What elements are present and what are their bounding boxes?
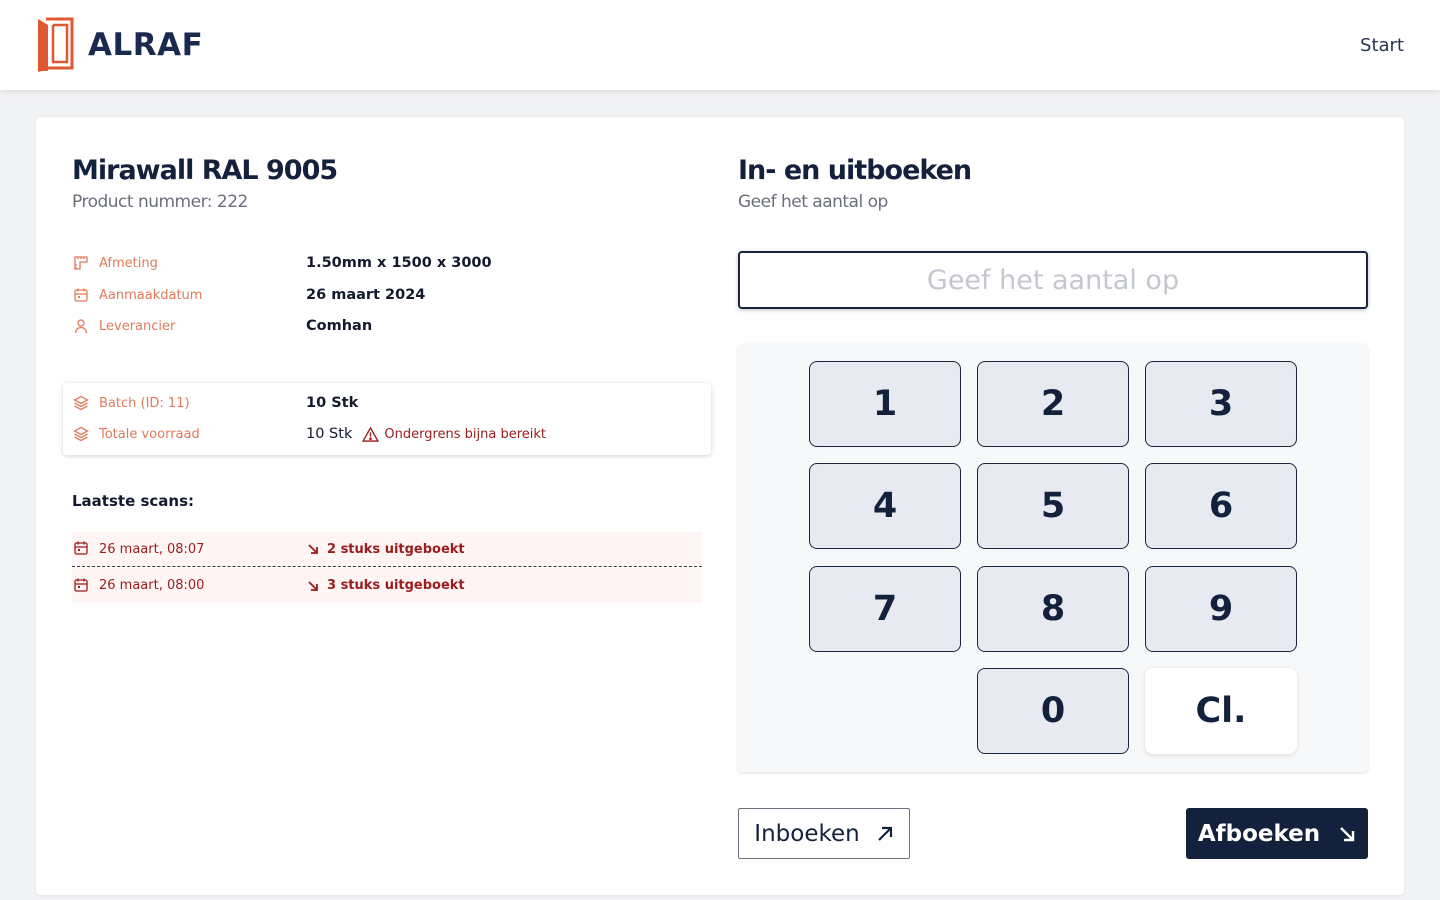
low-stock-warning: Ondergrens bijna bereikt — [362, 426, 546, 443]
arrow-up-right-icon — [877, 826, 892, 841]
spec-row-afmeting: Afmeting 1.50mm x 1500 x 3000 — [72, 252, 712, 274]
spec-label: Aanmaakdatum — [99, 287, 203, 303]
spec-label: Afmeting — [99, 255, 158, 271]
key-0[interactable]: 0 — [977, 668, 1129, 754]
layers-icon — [72, 394, 90, 412]
total-stock-label: Totale voorraad — [99, 426, 200, 442]
key-7[interactable]: 7 — [809, 566, 961, 652]
spec-value: Comhan — [306, 318, 373, 334]
key-5[interactable]: 5 — [977, 463, 1129, 549]
scan-date: 26 maart, 08:07 — [99, 541, 205, 557]
brand-name: ALRAF — [88, 27, 204, 63]
key-3[interactable]: 3 — [1145, 361, 1297, 447]
key-2[interactable]: 2 — [977, 361, 1129, 447]
key-6[interactable]: 6 — [1145, 463, 1297, 549]
spec-row-leverancier: Leverancier Comhan — [72, 315, 712, 337]
calendar-icon — [73, 577, 91, 595]
product-number: Product nummer: 222 — [72, 192, 248, 212]
calendar-icon — [72, 286, 90, 304]
inboeken-button[interactable]: Inboeken — [738, 808, 910, 859]
numeric-keypad: 1 2 3 4 5 6 7 8 9 0 Cl. — [738, 344, 1368, 772]
afboeken-label: Afboeken — [1197, 820, 1321, 847]
scan-action: 3 stuks uitgeboekt — [327, 578, 465, 593]
layers-icon — [72, 425, 90, 443]
batch-row: Batch (ID: 11) 10 Stk — [72, 392, 358, 414]
scan-row: 26 maart, 08:07 2 stuks uitgeboekt — [72, 532, 702, 567]
spec-value: 26 maart 2024 — [306, 287, 426, 303]
spec-value: 1.50mm x 1500 x 3000 — [306, 255, 492, 271]
product-card: Mirawall RAL 9005 Product nummer: 222 Af… — [36, 117, 1404, 895]
spec-label: Leverancier — [99, 318, 176, 334]
warning-text: Ondergrens bijna bereikt — [384, 426, 547, 442]
scan-action: 2 stuks uitgeboekt — [327, 541, 465, 557]
booking-subtitle: Geef het aantal op — [738, 192, 888, 212]
recent-scans-title: Laatste scans: — [72, 492, 195, 510]
booking-title: In- en uitboeken — [738, 155, 972, 186]
batch-value: 10 Stk — [306, 395, 359, 411]
key-1[interactable]: 1 — [809, 361, 961, 447]
alraf-logo — [37, 17, 74, 72]
product-title: Mirawall RAL 9005 — [72, 155, 338, 186]
warning-icon — [362, 426, 380, 442]
user-icon — [72, 317, 90, 335]
quantity-input[interactable] — [738, 251, 1368, 309]
scan-date: 26 maart, 08:00 — [99, 578, 205, 593]
brand[interactable]: ALRAF — [36, 17, 203, 73]
ruler-icon — [72, 254, 90, 272]
afboeken-button[interactable]: Afboeken — [1186, 808, 1368, 859]
calendar-icon — [73, 540, 91, 558]
top-header: ALRAF Start — [0, 0, 1440, 90]
batch-label: Batch (ID: 11) — [99, 395, 190, 411]
inboeken-label: Inboeken — [754, 820, 860, 847]
spec-row-aanmaakdatum: Aanmaakdatum 26 maart 2024 — [72, 284, 712, 306]
batch-stock-box: Batch (ID: 11) 10 Stk Totale voorraad 10… — [63, 383, 711, 455]
arrow-down-right-icon — [1340, 826, 1355, 841]
total-stock-value: 10 Stk — [306, 426, 353, 442]
total-stock-row: Totale voorraad 10 Stk Ondergrens bijna … — [72, 423, 546, 445]
arrow-down-right-icon — [307, 543, 319, 555]
scan-row: 26 maart, 08:00 3 stuks uitgeboekt — [72, 568, 702, 603]
key-8[interactable]: 8 — [977, 566, 1129, 652]
key-4[interactable]: 4 — [809, 463, 961, 549]
nav-start-link[interactable]: Start — [1360, 35, 1404, 56]
key-9[interactable]: 9 — [1145, 566, 1297, 652]
clear-key[interactable]: Cl. — [1145, 668, 1297, 754]
arrow-down-right-icon — [307, 580, 319, 592]
